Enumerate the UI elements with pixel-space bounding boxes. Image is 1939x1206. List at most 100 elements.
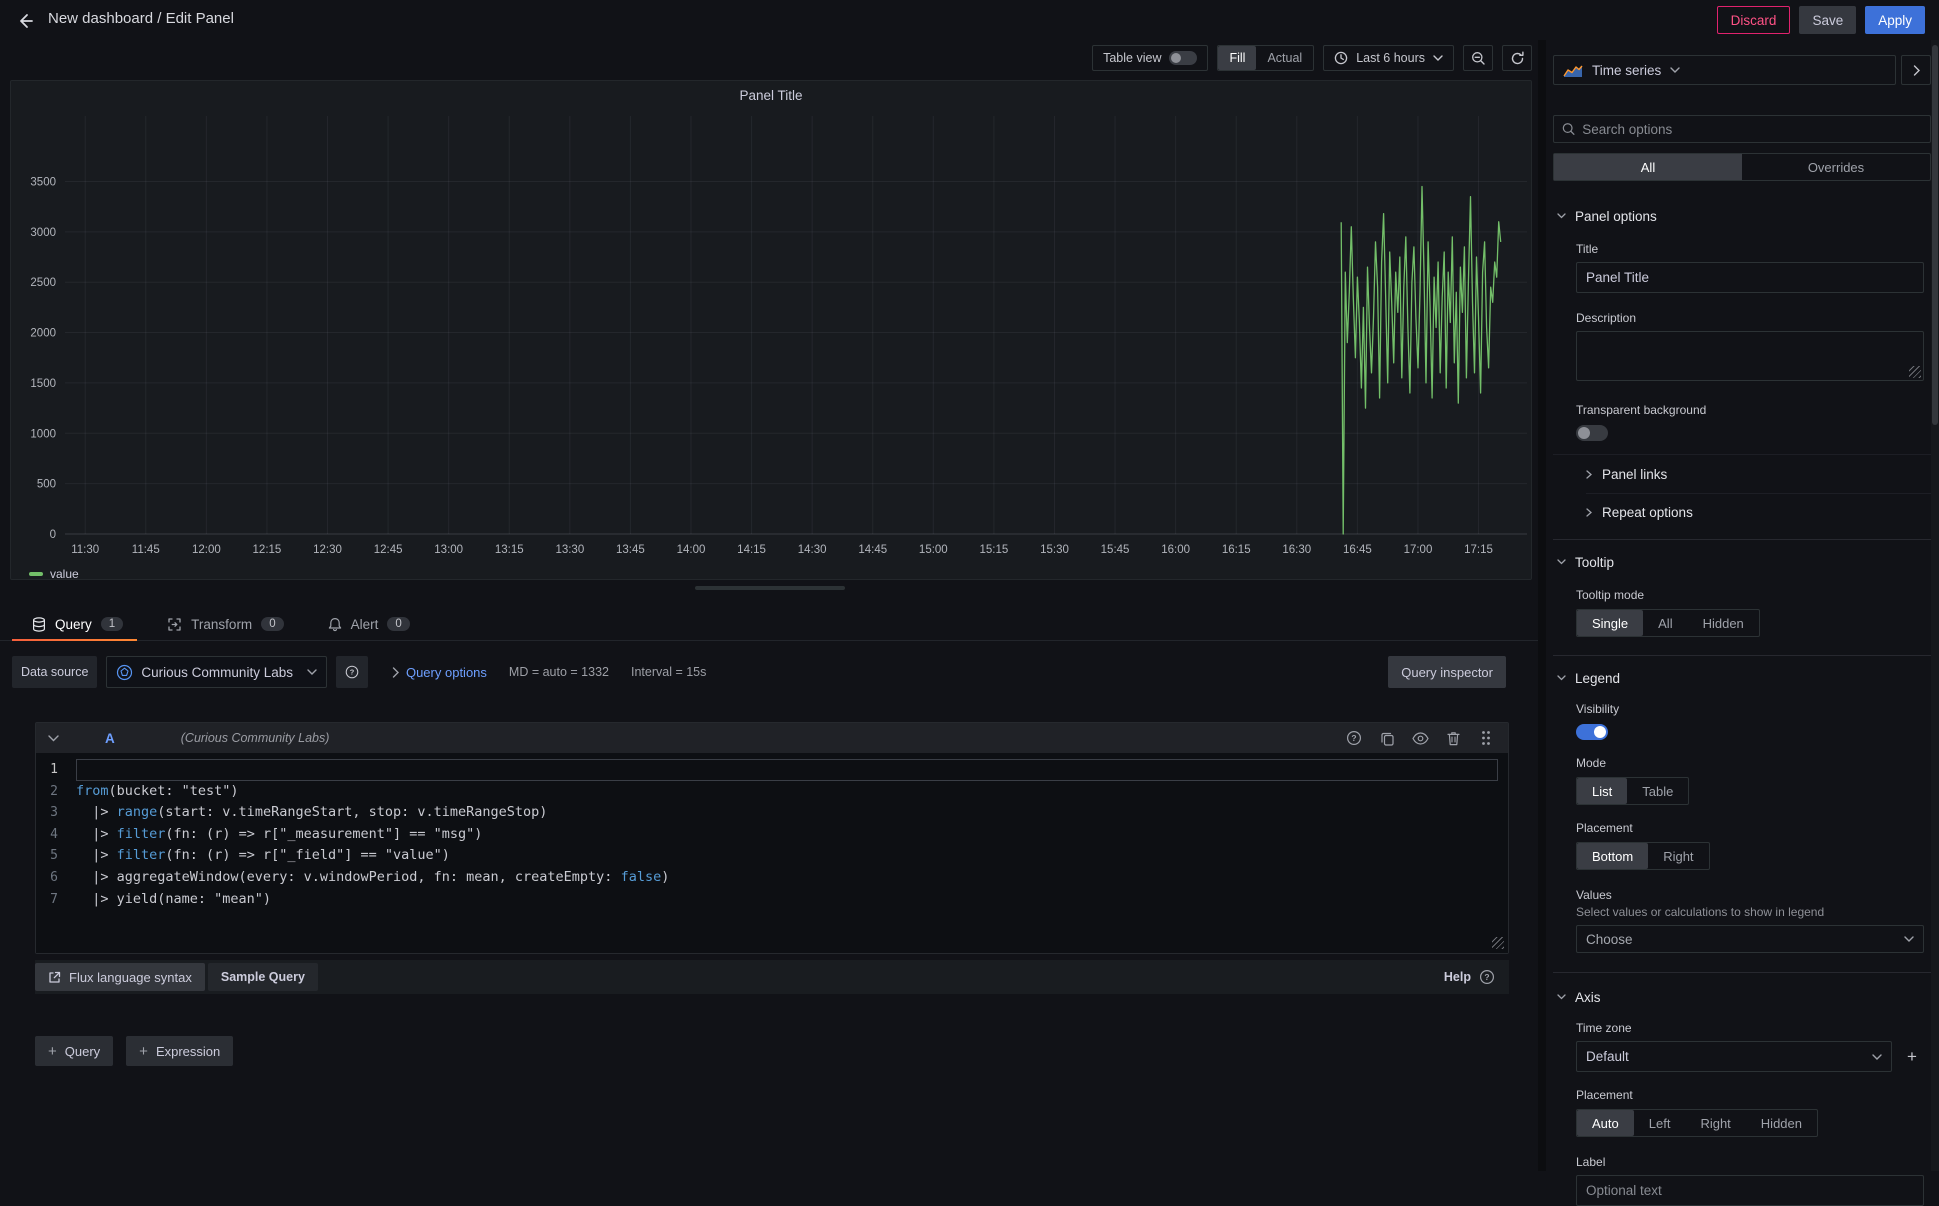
interval-text: Interval = 15s <box>631 665 706 679</box>
flux-syntax-button[interactable]: Flux language syntax <box>35 963 205 991</box>
datasource-select[interactable]: Curious Community Labs <box>106 656 327 688</box>
axis-label-input[interactable] <box>1576 1175 1924 1206</box>
discard-button[interactable]: Discard <box>1717 6 1791 34</box>
fill-option[interactable]: Fill <box>1218 46 1256 70</box>
sample-query-button[interactable]: Sample Query <box>208 963 318 991</box>
tab-all-options[interactable]: All <box>1554 154 1742 180</box>
query-options-toggle[interactable]: Query options <box>392 665 487 680</box>
legend-visibility-toggle[interactable] <box>1576 724 1608 740</box>
tooltip-mode-single[interactable]: Single <box>1577 610 1643 636</box>
section-title: Legend <box>1575 671 1620 686</box>
axis-placement-group: Auto Left Right Hidden <box>1576 1109 1818 1137</box>
collapse-options-pane-button[interactable] <box>1901 55 1931 85</box>
section-tooltip[interactable]: Tooltip <box>1553 550 1931 574</box>
visualization-name: Time series <box>1592 63 1661 78</box>
transform-icon <box>167 617 182 632</box>
arrow-left-icon <box>16 12 34 30</box>
table-view-toggle[interactable] <box>1169 51 1197 65</box>
panel-title: Panel Title <box>11 88 1531 103</box>
query-help-button[interactable]: ? <box>1344 728 1364 748</box>
flux-code-editor[interactable]: 12from(bucket: "test")3 |> range(start: … <box>36 753 1508 953</box>
query-inspector-button[interactable]: Query inspector <box>1388 656 1506 688</box>
duplicate-query-button[interactable] <box>1377 728 1397 748</box>
legend-mode-table[interactable]: Table <box>1627 778 1688 804</box>
svg-text:16:15: 16:15 <box>1222 544 1251 556</box>
table-view-label: Table view <box>1103 51 1161 65</box>
time-range-picker[interactable]: Last 6 hours <box>1323 45 1454 71</box>
editor-resize-grip[interactable] <box>1492 937 1504 949</box>
legend-visibility-label: Visibility <box>1576 702 1924 716</box>
textarea-resize-grip[interactable] <box>1909 366 1921 378</box>
refresh-group <box>1502 45 1532 71</box>
back-button[interactable] <box>12 8 38 34</box>
svg-text:15:00: 15:00 <box>919 544 948 556</box>
zoom-out-button[interactable] <box>1464 46 1492 70</box>
panel-links-title: Panel links <box>1602 467 1667 482</box>
timezone-label: Time zone <box>1576 1021 1924 1035</box>
add-query-button[interactable]: + Query <box>35 1036 113 1066</box>
tab-transform[interactable]: Transform 0 <box>167 608 283 641</box>
tooltip-mode-hidden[interactable]: Hidden <box>1688 610 1759 636</box>
chevron-down-icon <box>1872 1054 1882 1060</box>
tab-query-count: 1 <box>101 617 123 631</box>
collapse-query-chevron[interactable] <box>48 735 59 742</box>
sidebar-scrollbar-thumb[interactable] <box>1932 45 1938 425</box>
svg-text:12:30: 12:30 <box>313 544 342 556</box>
legend-values-select[interactable]: Choose <box>1576 925 1924 953</box>
drag-handle[interactable] <box>1476 728 1496 748</box>
tab-transform-label: Transform <box>191 617 252 632</box>
axis-placement-hidden[interactable]: Hidden <box>1746 1110 1817 1136</box>
legend-mode-list[interactable]: List <box>1577 778 1627 804</box>
svg-text:16:00: 16:00 <box>1161 544 1190 556</box>
legend-placement-bottom[interactable]: Bottom <box>1577 843 1648 869</box>
legend-placement-right[interactable]: Right <box>1648 843 1708 869</box>
panel-description-textarea[interactable] <box>1576 331 1924 381</box>
add-expression-button[interactable]: + Expression <box>126 1036 233 1066</box>
help-button[interactable]: Help ? <box>1444 969 1495 985</box>
options-search[interactable] <box>1553 115 1931 143</box>
legend-placement-group: Bottom Right <box>1576 842 1710 870</box>
section-panel-options[interactable]: Panel options <box>1553 204 1931 228</box>
panel-editor-splitter[interactable] <box>695 586 845 590</box>
chevron-down-icon <box>1433 55 1443 61</box>
refresh-button[interactable] <box>1503 46 1531 70</box>
axis-placement-left[interactable]: Left <box>1634 1110 1686 1136</box>
eye-icon <box>1412 732 1429 745</box>
section-legend[interactable]: Legend <box>1553 666 1931 690</box>
svg-text:?: ? <box>1484 972 1489 982</box>
actual-option[interactable]: Actual <box>1256 46 1313 70</box>
chevron-right-icon <box>1586 508 1592 517</box>
svg-text:13:15: 13:15 <box>495 544 524 556</box>
visualization-picker[interactable]: Time series <box>1553 55 1896 85</box>
axis-placement-right[interactable]: Right <box>1685 1110 1745 1136</box>
svg-text:2500: 2500 <box>30 277 56 289</box>
chevron-down-icon <box>1557 994 1566 1000</box>
query-ref-id: A <box>105 731 115 746</box>
svg-text:15:45: 15:45 <box>1101 544 1130 556</box>
options-search-input[interactable] <box>1582 122 1922 137</box>
save-button[interactable]: Save <box>1799 6 1856 34</box>
datasource-help-button[interactable]: ? <box>336 656 368 688</box>
add-timezone-button[interactable]: + <box>1900 1045 1924 1069</box>
tab-alert[interactable]: Alert 0 <box>328 608 410 641</box>
legend-item-value[interactable]: value <box>29 567 79 581</box>
bell-icon <box>328 617 342 632</box>
drag-dots-icon <box>1481 730 1491 746</box>
section-axis[interactable]: Axis <box>1553 985 1931 1009</box>
delete-query-button[interactable] <box>1443 728 1463 748</box>
transparent-bg-toggle[interactable] <box>1576 425 1608 441</box>
apply-button[interactable]: Apply <box>1865 6 1925 34</box>
panel-links-section[interactable]: Panel links <box>1586 455 1931 493</box>
tooltip-mode-label: Tooltip mode <box>1576 588 1924 602</box>
repeat-options-section[interactable]: Repeat options <box>1586 493 1931 531</box>
tooltip-mode-all[interactable]: All <box>1643 610 1687 636</box>
code-line: 4 |> filter(fn: (r) => r["_measurement"]… <box>36 824 1508 846</box>
tab-overrides[interactable]: Overrides <box>1742 154 1930 180</box>
options-scope-tabs: All Overrides <box>1553 153 1931 181</box>
axis-placement-auto[interactable]: Auto <box>1577 1110 1634 1136</box>
tab-alert-count: 0 <box>387 617 409 631</box>
toggle-visibility-button[interactable] <box>1410 728 1430 748</box>
panel-title-input[interactable] <box>1576 262 1924 293</box>
timezone-select[interactable]: Default <box>1576 1041 1892 1072</box>
tab-query[interactable]: Query 1 <box>32 608 123 641</box>
